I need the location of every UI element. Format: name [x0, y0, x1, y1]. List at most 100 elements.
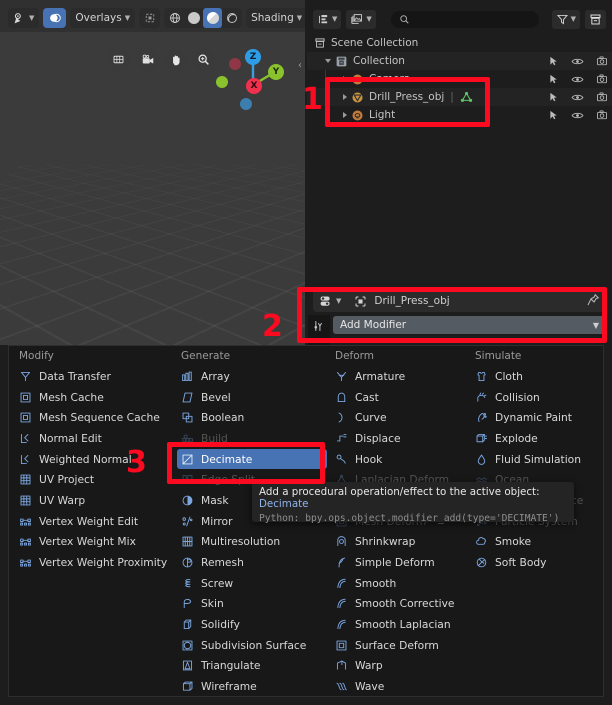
shading-rendered-button[interactable] — [222, 8, 241, 28]
triangulate-icon — [181, 659, 194, 672]
menu-item-wireframe[interactable]: Wireframe — [177, 676, 327, 697]
menu-item-hook[interactable]: Hook — [331, 449, 481, 470]
menu-item-smooth[interactable]: Smooth — [331, 573, 481, 594]
select-arrow-icon[interactable] — [547, 73, 559, 85]
menu-item-surface-deform[interactable]: Surface Deform — [331, 635, 481, 656]
gizmo-axis-neg-y[interactable] — [216, 76, 228, 88]
menu-item-shrinkwrap[interactable]: Shrinkwrap — [331, 532, 481, 553]
mirror-icon — [181, 515, 194, 528]
shading-wireframe-button[interactable] — [165, 8, 184, 28]
xray-toggle-button[interactable] — [139, 8, 161, 28]
select-arrow-icon[interactable] — [547, 109, 559, 121]
menu-item-vertex-weight-proximity[interactable]: Vertex Weight Proximity — [15, 552, 167, 573]
menu-item-vertex-weight-mix[interactable]: Vertex Weight Mix — [15, 532, 165, 553]
outliner-row[interactable]: Scene Collection — [307, 34, 612, 52]
hand-tool-icon[interactable] — [164, 48, 187, 71]
multiresolution-icon — [181, 535, 194, 548]
navigation-gizmo[interactable]: Z Y X — [215, 44, 285, 116]
new-collection-icon[interactable] — [585, 9, 606, 29]
menu-item-skin[interactable]: Skin — [177, 594, 327, 615]
menu-item-cast[interactable]: Cast — [331, 387, 481, 408]
shading-material-preview-button[interactable] — [203, 8, 223, 28]
grid-tool-icon[interactable] — [107, 48, 130, 71]
menu-item-collision[interactable]: Collision — [471, 387, 612, 408]
menu-item-label: Smooth — [355, 576, 397, 590]
gizmo-axis-z[interactable]: Z — [245, 49, 261, 65]
menu-item-smoke[interactable]: Smoke — [471, 532, 612, 553]
shading-mode-group[interactable] — [164, 8, 243, 28]
skin-icon — [181, 597, 194, 610]
menu-item-dynamic-paint[interactable]: Dynamic Paint — [471, 407, 612, 428]
shading-solid-button[interactable] — [184, 8, 203, 28]
eye-visibility-icon[interactable] — [571, 110, 584, 121]
menu-item-data-transfer[interactable]: Data Transfer — [15, 366, 165, 387]
eye-visibility-icon[interactable] — [571, 56, 584, 67]
menu-item-vertex-weight-edit[interactable]: Vertex Weight Edit — [15, 511, 165, 532]
viewport-sidebar-toggle-icon[interactable]: ‹ — [298, 60, 302, 71]
menu-item-boolean[interactable]: Boolean — [177, 407, 327, 428]
camera-render-icon[interactable] — [596, 73, 608, 85]
gizmo-axis-neg-x[interactable] — [229, 58, 241, 70]
menu-item-multiresolution[interactable]: Multiresolution — [177, 532, 327, 553]
menu-item-cloth[interactable]: Cloth — [471, 366, 612, 387]
menu-item-displace[interactable]: Displace — [331, 428, 481, 449]
viewport-3d[interactable]: ▼ Overlays ▼ Shading ▼ Z Y X ‹ — [0, 0, 305, 345]
surface-deform-icon — [335, 639, 348, 652]
menu-item-mesh-sequence-cache[interactable]: Mesh Sequence Cache — [15, 407, 165, 428]
outliner-tree[interactable]: Scene Collection Collection Camera Drill_Pr… — [307, 34, 612, 283]
editor-type-icon — [13, 12, 26, 25]
menu-item-solidify[interactable]: Solidify — [177, 614, 327, 635]
eye-visibility-icon[interactable] — [571, 74, 584, 85]
menu-item-armature[interactable]: Armature — [331, 366, 481, 387]
overlays-toggle-button[interactable] — [43, 8, 67, 28]
menu-item-wave[interactable]: Wave — [331, 676, 481, 697]
overlays-dropdown[interactable]: Overlays ▼ — [70, 8, 136, 28]
outliner-display-mode-icon[interactable]: ▼ — [313, 9, 342, 29]
menu-item-screw[interactable]: Screw — [177, 573, 327, 594]
menu-item-smooth-corrective[interactable]: Smooth Corrective — [331, 594, 481, 615]
editor-type-selector[interactable]: ▼ — [8, 8, 40, 28]
viewport-canvas[interactable]: Z Y X ‹ — [0, 32, 305, 345]
expand-triangle-open-icon[interactable] — [325, 59, 331, 63]
gizmo-axis-x[interactable]: X — [246, 78, 262, 94]
camera-render-icon[interactable] — [596, 55, 608, 67]
menu-item-soft-body[interactable]: Soft Body — [471, 552, 612, 573]
vertex-weight-mix-icon — [19, 535, 32, 548]
uv-project-icon — [19, 473, 32, 486]
camera-render-icon[interactable] — [596, 91, 608, 103]
outliner-row-label: Scene Collection — [331, 37, 419, 49]
eye-visibility-icon[interactable] — [571, 92, 584, 103]
menu-item-fluid-simulation[interactable]: Fluid Simulation — [471, 449, 612, 470]
menu-item-label: Hook — [355, 452, 383, 466]
menu-item-smooth-laplacian[interactable]: Smooth Laplacian — [331, 614, 481, 635]
search-input[interactable] — [390, 10, 539, 28]
funnel-filter-icon[interactable]: ▼ — [551, 9, 580, 29]
menu-item-triangulate[interactable]: Triangulate — [177, 656, 327, 677]
solidify-icon — [181, 618, 194, 631]
camera-render-icon[interactable] — [596, 109, 608, 121]
menu-item-subdivision-surface[interactable]: Subdivision Surface — [177, 635, 327, 656]
normal-edit-icon — [19, 432, 32, 445]
outliner-editor[interactable]: ▼ ▼ ▼ Scene Collection Collection Camera Dr… — [307, 0, 612, 283]
menu-item-uv-warp[interactable]: UV Warp — [15, 490, 165, 511]
id-type-filter-icon[interactable]: ▼ — [346, 9, 376, 29]
menu-item-array[interactable]: Array — [177, 366, 327, 387]
zoom-tool-icon[interactable] — [192, 48, 215, 71]
select-arrow-icon[interactable] — [547, 55, 559, 67]
menu-item-explode[interactable]: Explode — [471, 428, 612, 449]
menu-item-curve[interactable]: Curve — [331, 407, 481, 428]
gizmo-axis-neg-z[interactable] — [240, 98, 252, 110]
menu-item-label: Mesh Sequence Cache — [39, 411, 160, 425]
shading-dropdown[interactable]: Shading ▼ — [246, 8, 305, 28]
select-arrow-icon[interactable] — [547, 91, 559, 103]
menu-item-mesh-cache[interactable]: Mesh Cache — [15, 387, 165, 408]
menu-item-label: Mesh Cache — [39, 390, 104, 404]
gizmo-axis-y[interactable]: Y — [268, 64, 284, 80]
outliner-row[interactable]: Collection — [307, 52, 612, 70]
menu-item-simple-deform[interactable]: Simple Deform — [331, 552, 481, 573]
camera-tool-icon[interactable] — [136, 48, 159, 71]
menu-item-label: Simple Deform — [355, 556, 435, 570]
menu-item-remesh[interactable]: Remesh — [177, 552, 327, 573]
menu-item-warp[interactable]: Warp — [331, 656, 481, 677]
menu-item-bevel[interactable]: Bevel — [177, 387, 327, 408]
